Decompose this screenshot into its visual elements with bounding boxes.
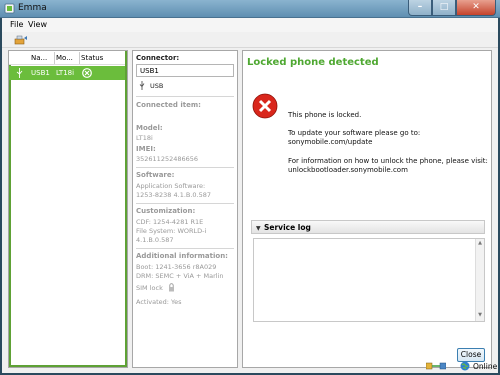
unlock-link[interactable]: unlockbootloader.sonymobile.com (288, 166, 408, 174)
column-status[interactable]: Status (81, 54, 103, 62)
device-list-panel: Na... Mo... Status USB1 LT18i (8, 50, 128, 368)
connector-field[interactable]: USB1 (136, 64, 234, 77)
scrollbar[interactable]: ▲ ▼ (475, 239, 484, 321)
connection-icon (426, 362, 446, 370)
device-row[interactable]: USB1 LT18i (9, 66, 125, 80)
main-panel: Locked phone detected This phone is lock… (242, 50, 492, 368)
minimize-icon: – (417, 2, 423, 12)
additional-info-label: Additional information: (136, 252, 228, 260)
maximize-icon: □ (439, 2, 449, 12)
customization-line: CDF: 1254-4281 R1E (136, 218, 204, 226)
window-title: Emma (18, 3, 47, 13)
menu-file[interactable]: File (10, 20, 23, 29)
connector-type: USB (150, 82, 164, 90)
app-window: File View Na... Mo... Status USB1 LT18i (2, 18, 498, 373)
software-label: Software: (136, 171, 175, 179)
x-circle-icon (82, 68, 92, 78)
column-model[interactable]: Mo... (56, 54, 73, 62)
imei-value: 352611252486656 (136, 155, 199, 163)
globe-icon (460, 361, 470, 371)
message-locked: This phone is locked. (288, 111, 362, 119)
message-unlock: For information on how to unlock the pho… (288, 157, 488, 165)
device-list-frame (9, 51, 127, 367)
additional-line: Boot: 1241-3656 r8A029 (136, 263, 217, 271)
customization-line: 4.1.B.0.587 (136, 236, 174, 244)
column-divider[interactable] (54, 52, 55, 64)
update-link[interactable]: sonymobile.com/update (288, 138, 372, 146)
maximize-button[interactable]: □ (432, 0, 456, 16)
app-icon (4, 3, 15, 14)
title-bar: Emma – □ ✕ (0, 0, 500, 18)
connector-label: Connector: (136, 54, 180, 62)
scroll-down-icon[interactable]: ▼ (476, 312, 484, 320)
details-panel: Connector: USB1 USB Connected item: Mode… (132, 50, 238, 368)
usb-icon (139, 81, 145, 90)
service-log-textarea[interactable]: ▲ ▼ (253, 238, 485, 322)
usb-icon (16, 68, 23, 78)
close-icon: ✕ (472, 2, 480, 12)
sim-lock-text: SIM lock (136, 284, 163, 292)
message-update: To update your software please go to: (288, 129, 421, 137)
service-log-label: Service log (264, 223, 311, 232)
divider (136, 203, 234, 204)
error-icon (252, 93, 278, 119)
menu-bar: File View (2, 18, 498, 32)
lock-icon (169, 283, 174, 292)
device-name: USB1 (31, 69, 50, 77)
customization-label: Customization: (136, 207, 196, 215)
close-window-button[interactable]: ✕ (456, 0, 496, 16)
minimize-button[interactable]: – (408, 0, 432, 16)
window-controls: – □ ✕ (408, 0, 496, 16)
menu-view[interactable]: View (28, 20, 47, 29)
resize-grip-icon[interactable]: ⋰ (489, 364, 497, 372)
status-bar: Online ⋰ (2, 360, 498, 373)
divider (136, 167, 234, 168)
model-value: LT18i (136, 134, 153, 142)
column-name[interactable]: Na... (31, 54, 47, 62)
model-label: Model: (136, 124, 163, 132)
page-title: Locked phone detected (247, 57, 379, 68)
divider (136, 96, 234, 97)
imei-label: IMEI: (136, 145, 156, 153)
service-log: ▼ Service log ▲ ▼ (251, 220, 485, 324)
triangle-down-icon: ▼ (256, 225, 261, 232)
scroll-up-icon[interactable]: ▲ (476, 240, 484, 248)
divider (136, 248, 234, 249)
service-log-header[interactable]: ▼ Service log (251, 220, 485, 234)
column-divider[interactable] (79, 52, 80, 64)
device-toolbar-icon[interactable] (14, 35, 28, 45)
activated-text: Activated: Yes (136, 298, 182, 306)
connected-item-label: Connected item: (136, 101, 201, 109)
toolbar (2, 32, 498, 48)
device-model: LT18i (56, 69, 75, 77)
software-line: Application Software: (136, 182, 206, 190)
device-list-header: Na... Mo... Status (9, 51, 125, 65)
additional-line: DRM: SEMC + ViA + Marlin (136, 272, 224, 280)
software-line: 1253-8238 4.1.B.0.587 (136, 191, 212, 199)
customization-line: File System: WORLD-i (136, 227, 207, 235)
